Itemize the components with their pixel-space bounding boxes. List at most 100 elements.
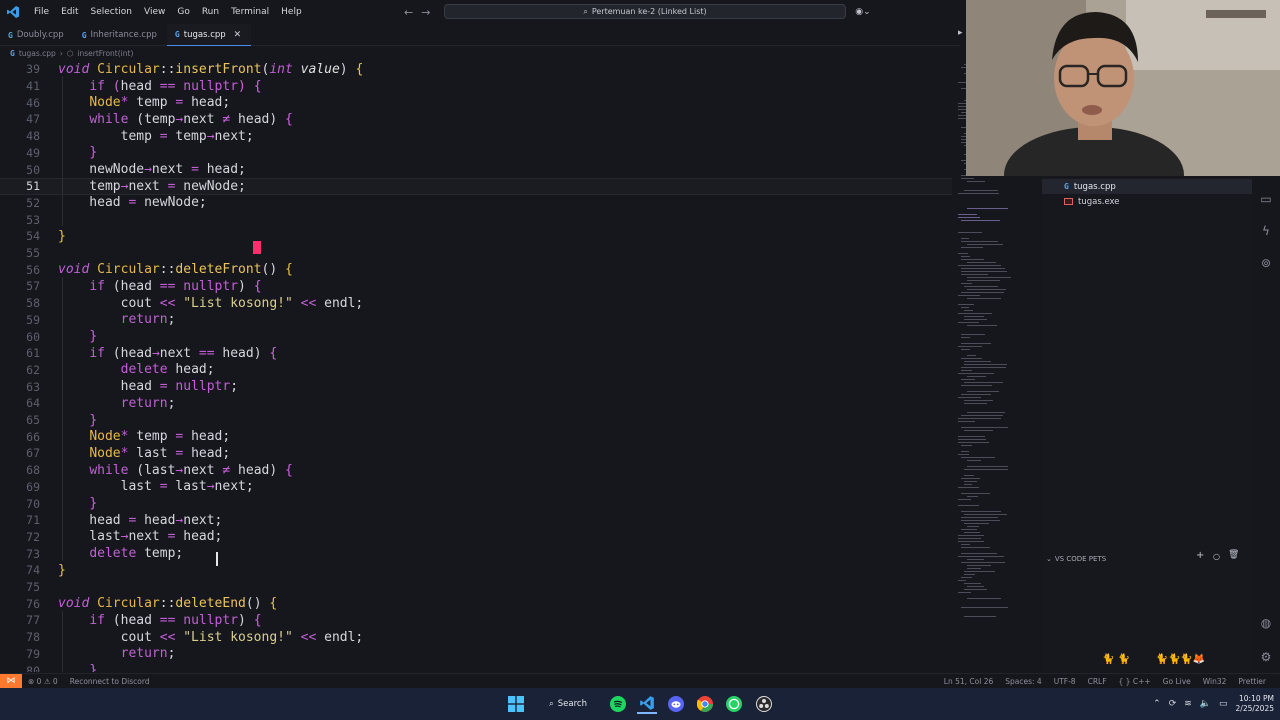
code-line[interactable]: 79 return; xyxy=(0,646,952,663)
code-line[interactable]: 65 } xyxy=(0,412,952,429)
code-line[interactable]: 61 if (head→next == head) { xyxy=(0,345,952,362)
menu-edit[interactable]: Edit xyxy=(55,0,84,24)
code-line[interactable]: 51 temp→next = newNode; xyxy=(0,177,952,195)
clock[interactable]: 10:10 PM 2/25/2025 xyxy=(1236,694,1274,714)
tab-inheritance[interactable]: G Inheritance.cpp xyxy=(74,24,167,46)
code-line[interactable]: 58 cout << "List kosong!" << endl; xyxy=(0,295,952,312)
indentation[interactable]: Spaces: 4 xyxy=(1005,677,1041,686)
discord-icon[interactable] xyxy=(666,694,686,714)
menu-view[interactable]: View xyxy=(138,0,171,24)
code-line[interactable]: 73 delete temp; xyxy=(0,545,952,562)
file-tugas-exe[interactable]: tugas.exe xyxy=(1042,194,1252,209)
account-icon[interactable]: ◍ xyxy=(1259,616,1273,630)
tab-tugas[interactable]: G tugas.cpp ✕ xyxy=(166,24,252,46)
close-icon[interactable]: ✕ xyxy=(234,30,242,40)
code-line[interactable]: 41 if (head == nullptr) { xyxy=(0,78,952,95)
go-live-button[interactable]: Go Live xyxy=(1163,677,1191,686)
obs-icon[interactable] xyxy=(754,694,774,714)
copilot-icon[interactable]: ◉⌄ xyxy=(852,4,874,19)
windows-start-icon[interactable] xyxy=(506,694,526,714)
menu-help[interactable]: Help xyxy=(275,0,308,24)
minimap-line xyxy=(958,295,980,296)
code-line[interactable]: 52 head = newNode; xyxy=(0,195,952,212)
code-line[interactable]: 67 Node* last = head; xyxy=(0,445,952,462)
code-editor[interactable]: 39 void Circular::insertFront(int value) … xyxy=(0,60,952,672)
code-line[interactable]: 72 last→next = head; xyxy=(0,529,952,546)
code-line[interactable]: 57 if (head == nullptr) { xyxy=(0,278,952,295)
remote-explorer-icon[interactable]: ▭ xyxy=(1259,192,1273,206)
minimap-line xyxy=(967,466,1008,467)
chevron-up-icon[interactable]: ⌃ xyxy=(1153,699,1161,709)
code-line[interactable]: 76 void Circular::deleteEnd() { xyxy=(0,595,952,612)
spotify-icon[interactable] xyxy=(608,694,628,714)
lightning-icon[interactable]: ϟ xyxy=(1259,224,1273,238)
code-line[interactable]: 74} xyxy=(0,562,952,579)
code-line[interactable]: 55 xyxy=(0,245,952,262)
encoding[interactable]: UTF-8 xyxy=(1054,677,1076,686)
chrome-icon[interactable] xyxy=(695,694,715,714)
trash-icon[interactable]: 🗑 xyxy=(1228,550,1239,560)
code-line[interactable]: 60 } xyxy=(0,328,952,345)
code-line[interactable]: 56 void Circular::deleteFront() { xyxy=(0,261,952,278)
ball-icon[interactable]: ○ xyxy=(1213,552,1220,561)
code-text: last→next = head; xyxy=(58,529,223,545)
minimap-line xyxy=(967,568,981,569)
remote-indicator-icon[interactable]: ⋈ xyxy=(0,673,22,689)
forward-arrow-icon[interactable]: → xyxy=(421,6,430,19)
code-line[interactable]: 69 last = last→next; xyxy=(0,479,952,496)
breadcrumb-symbol[interactable]: insertFront(int) xyxy=(77,49,133,58)
language-mode[interactable]: { } C++ xyxy=(1119,677,1151,686)
code-line[interactable]: 75 xyxy=(0,579,952,596)
code-line[interactable]: 80 } xyxy=(0,662,952,672)
command-center-search[interactable]: ⌕ Pertemuan ke-2 (Linked List) xyxy=(444,4,846,19)
whatsapp-icon[interactable] xyxy=(724,694,744,714)
file-tugas-cpp[interactable]: G tugas.cpp xyxy=(1042,179,1252,194)
volume-icon[interactable]: 🔈 xyxy=(1200,699,1211,709)
code-line[interactable]: 64 return; xyxy=(0,395,952,412)
code-line[interactable]: 78 cout << "List kosong!" << endl; xyxy=(0,629,952,646)
split-editor-icon[interactable]: ▸ xyxy=(958,28,963,38)
code-line[interactable]: 66 Node* temp = head; xyxy=(0,428,952,445)
menu-file[interactable]: File xyxy=(28,0,55,24)
problems-indicator[interactable]: ⊗ 0 ⚠ 0 xyxy=(28,677,58,686)
menu-selection[interactable]: Selection xyxy=(85,0,138,24)
menu-go[interactable]: Go xyxy=(171,0,195,24)
timeline-icon[interactable]: ⊚ xyxy=(1259,256,1273,270)
code-line[interactable]: 62 delete head; xyxy=(0,362,952,379)
taskbar-search-button[interactable]: ⌕ Search xyxy=(538,694,598,714)
breadcrumb: G tugas.cpp › ⬡ insertFront(int) xyxy=(10,47,133,59)
code-line[interactable]: 46 Node* temp = head; xyxy=(0,94,952,111)
code-line[interactable]: 77 if (head == nullptr) { xyxy=(0,612,952,629)
discord-status[interactable]: Reconnect to Discord xyxy=(70,677,150,686)
code-text: return; xyxy=(120,646,176,662)
wifi-icon[interactable]: ≋ xyxy=(1184,699,1192,709)
code-line[interactable]: 48 temp = temp→next; xyxy=(0,128,952,145)
code-line[interactable]: 53 xyxy=(0,211,952,228)
battery-icon[interactable]: ▭ xyxy=(1219,699,1228,709)
pets-section-header[interactable]: ⌄ VS CODE PETS xyxy=(1042,552,1252,566)
code-line[interactable]: 47 while (temp→next ≠ head) { xyxy=(0,111,952,128)
code-line[interactable]: 68 while (last→next ≠ head) { xyxy=(0,462,952,479)
back-arrow-icon[interactable]: ← xyxy=(404,6,413,19)
menu-run[interactable]: Run xyxy=(196,0,225,24)
code-line[interactable]: 63 head = nullptr; xyxy=(0,378,952,395)
prettier-status[interactable]: Prettier xyxy=(1238,677,1266,686)
add-pet-icon[interactable]: + xyxy=(1196,550,1204,561)
code-line[interactable]: 54} xyxy=(0,228,952,245)
platform[interactable]: Win32 xyxy=(1203,677,1227,686)
vscode-taskbar-icon[interactable] xyxy=(637,694,657,714)
code-line[interactable]: 70 } xyxy=(0,495,952,512)
code-line[interactable]: 50 newNode→next = head; xyxy=(0,161,952,178)
breadcrumb-file[interactable]: tugas.cpp xyxy=(19,49,56,58)
code-line[interactable]: 71 head = head→next; xyxy=(0,512,952,529)
status-bar: ⋈ ⊗ 0 ⚠ 0 Reconnect to Discord Ln 51, Co… xyxy=(0,673,1280,689)
gear-icon[interactable]: ⚙ xyxy=(1259,650,1273,664)
menu-terminal[interactable]: Terminal xyxy=(225,0,275,24)
line-endings[interactable]: CRLF xyxy=(1088,677,1107,686)
code-line[interactable]: 49 } xyxy=(0,145,952,162)
code-line[interactable]: 39 void Circular::insertFront(int value) … xyxy=(0,61,952,78)
tab-doubly[interactable]: G Doubly.cpp xyxy=(0,24,74,46)
sync-icon[interactable]: ⟳ xyxy=(1169,699,1177,709)
code-line[interactable]: 59 return; xyxy=(0,312,952,329)
cursor-position[interactable]: Ln 51, Col 26 xyxy=(944,677,993,686)
